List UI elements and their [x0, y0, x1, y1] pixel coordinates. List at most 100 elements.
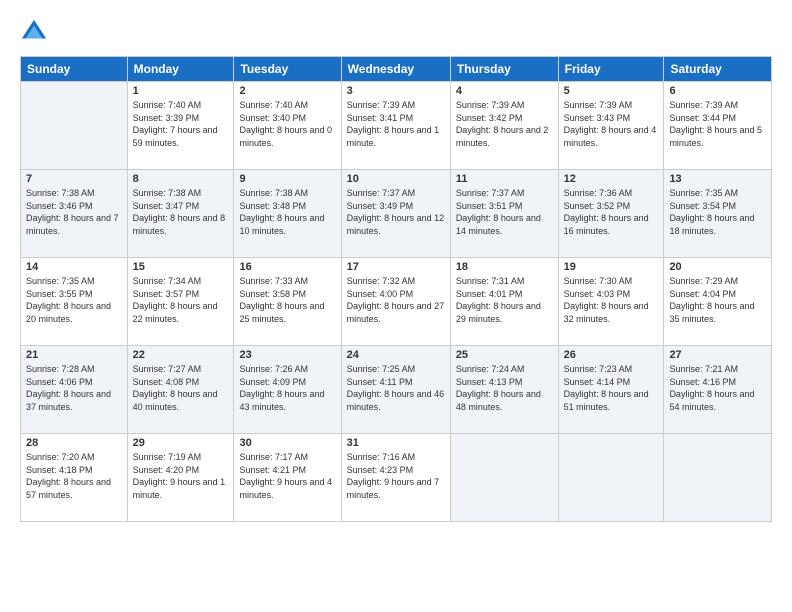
- day-number: 19: [564, 261, 659, 273]
- day-number: 14: [26, 261, 122, 273]
- day-info: Sunrise: 7:32 AMSunset: 4:00 PMDaylight:…: [347, 275, 445, 325]
- calendar-cell: 8 Sunrise: 7:38 AMSunset: 3:47 PMDaylight…: [127, 170, 234, 258]
- day-info: Sunrise: 7:39 AMSunset: 3:41 PMDaylight:…: [347, 99, 445, 149]
- day-info: Sunrise: 7:39 AMSunset: 3:44 PMDaylight:…: [669, 99, 766, 149]
- calendar-cell: 22 Sunrise: 7:27 AMSunset: 4:08 PMDayligh…: [127, 346, 234, 434]
- calendar-cell: 30Sunrise: 7:17 AMSunset: 4:21 PMDayligh…: [234, 434, 341, 522]
- day-number: 1: [133, 85, 229, 97]
- day-number: 2: [239, 85, 335, 97]
- day-number: 11: [456, 173, 553, 185]
- calendar-cell: 10 Sunrise: 7:37 AMSunset: 3:49 PMDayligh…: [341, 170, 450, 258]
- calendar-cell: 25 Sunrise: 7:24 AMSunset: 4:13 PMDayligh…: [450, 346, 558, 434]
- calendar-cell: [21, 82, 128, 170]
- day-number: 20: [669, 261, 766, 273]
- day-info: Sunrise: 7:16 AMSunset: 4:23 PMDaylight:…: [347, 451, 445, 501]
- day-info: Sunrise: 7:29 AMSunset: 4:04 PMDaylight:…: [669, 275, 766, 325]
- week-row-3: 21 Sunrise: 7:28 AMSunset: 4:06 PMDayligh…: [21, 346, 772, 434]
- day-number: 15: [133, 261, 229, 273]
- calendar-cell: 27 Sunrise: 7:21 AMSunset: 4:16 PMDayligh…: [664, 346, 772, 434]
- week-row-4: 28 Sunrise: 7:20 AMSunset: 4:18 PMDayligh…: [21, 434, 772, 522]
- day-info: Sunrise: 7:40 AMSunset: 3:39 PMDaylight:…: [133, 99, 229, 149]
- day-header-wednesday: Wednesday: [341, 57, 450, 82]
- day-number: 26: [564, 349, 659, 361]
- day-info: Sunrise: 7:21 AMSunset: 4:16 PMDaylight:…: [669, 363, 766, 413]
- header-row: SundayMondayTuesdayWednesdayThursdayFrid…: [21, 57, 772, 82]
- calendar-cell: 31 Sunrise: 7:16 AMSunset: 4:23 PMDayligh…: [341, 434, 450, 522]
- calendar-cell: 11Sunrise: 7:37 AMSunset: 3:51 PMDayligh…: [450, 170, 558, 258]
- day-number: 21: [26, 349, 122, 361]
- day-number: 7: [26, 173, 122, 185]
- calendar-cell: 23 Sunrise: 7:26 AMSunset: 4:09 PMDayligh…: [234, 346, 341, 434]
- day-number: 29: [133, 437, 229, 449]
- calendar-cell: 5 Sunrise: 7:39 AMSunset: 3:43 PMDaylight…: [558, 82, 664, 170]
- calendar-cell: 20 Sunrise: 7:29 AMSunset: 4:04 PMDayligh…: [664, 258, 772, 346]
- day-number: 18: [456, 261, 553, 273]
- calendar-cell: 16 Sunrise: 7:33 AMSunset: 3:58 PMDayligh…: [234, 258, 341, 346]
- logo: [20, 18, 50, 46]
- day-number: 9: [239, 173, 335, 185]
- day-number: 4: [456, 85, 553, 97]
- calendar-cell: 4 Sunrise: 7:39 AMSunset: 3:42 PMDaylight…: [450, 82, 558, 170]
- day-info: Sunrise: 7:30 AMSunset: 4:03 PMDaylight:…: [564, 275, 659, 325]
- day-number: 22: [133, 349, 229, 361]
- day-number: 31: [347, 437, 445, 449]
- day-info: Sunrise: 7:23 AMSunset: 4:14 PMDaylight:…: [564, 363, 659, 413]
- calendar-cell: 3Sunrise: 7:39 AMSunset: 3:41 PMDaylight…: [341, 82, 450, 170]
- day-number: 25: [456, 349, 553, 361]
- day-info: Sunrise: 7:37 AMSunset: 3:49 PMDaylight:…: [347, 187, 445, 237]
- day-info: Sunrise: 7:27 AMSunset: 4:08 PMDaylight:…: [133, 363, 229, 413]
- calendar-cell: 12Sunrise: 7:36 AMSunset: 3:52 PMDayligh…: [558, 170, 664, 258]
- calendar-cell: 28 Sunrise: 7:20 AMSunset: 4:18 PMDayligh…: [21, 434, 128, 522]
- day-info: Sunrise: 7:38 AMSunset: 3:46 PMDaylight:…: [26, 187, 122, 237]
- day-header-monday: Monday: [127, 57, 234, 82]
- day-info: Sunrise: 7:28 AMSunset: 4:06 PMDaylight:…: [26, 363, 122, 413]
- calendar-cell: 21 Sunrise: 7:28 AMSunset: 4:06 PMDayligh…: [21, 346, 128, 434]
- calendar-cell: 1 Sunrise: 7:40 AMSunset: 3:39 PMDaylight…: [127, 82, 234, 170]
- calendar-cell: [664, 434, 772, 522]
- day-info: Sunrise: 7:33 AMSunset: 3:58 PMDaylight:…: [239, 275, 335, 325]
- calendar-cell: 18Sunrise: 7:31 AMSunset: 4:01 PMDayligh…: [450, 258, 558, 346]
- day-header-friday: Friday: [558, 57, 664, 82]
- calendar-cell: [558, 434, 664, 522]
- day-number: 23: [239, 349, 335, 361]
- day-number: 8: [133, 173, 229, 185]
- day-info: Sunrise: 7:34 AMSunset: 3:57 PMDaylight:…: [133, 275, 229, 325]
- day-number: 5: [564, 85, 659, 97]
- day-info: Sunrise: 7:19 AMSunset: 4:20 PMDaylight:…: [133, 451, 229, 501]
- day-number: 16: [239, 261, 335, 273]
- day-info: Sunrise: 7:24 AMSunset: 4:13 PMDaylight:…: [456, 363, 553, 413]
- calendar-cell: 13Sunrise: 7:35 AMSunset: 3:54 PMDayligh…: [664, 170, 772, 258]
- calendar-cell: 17Sunrise: 7:32 AMSunset: 4:00 PMDayligh…: [341, 258, 450, 346]
- week-row-1: 7 Sunrise: 7:38 AMSunset: 3:46 PMDaylight…: [21, 170, 772, 258]
- day-info: Sunrise: 7:38 AMSunset: 3:47 PMDaylight:…: [133, 187, 229, 237]
- calendar-cell: 7 Sunrise: 7:38 AMSunset: 3:46 PMDaylight…: [21, 170, 128, 258]
- day-info: Sunrise: 7:39 AMSunset: 3:42 PMDaylight:…: [456, 99, 553, 149]
- day-number: 10: [347, 173, 445, 185]
- day-number: 27: [669, 349, 766, 361]
- day-info: Sunrise: 7:40 AMSunset: 3:40 PMDaylight:…: [239, 99, 335, 149]
- day-info: Sunrise: 7:38 AMSunset: 3:48 PMDaylight:…: [239, 187, 335, 237]
- day-header-saturday: Saturday: [664, 57, 772, 82]
- day-info: Sunrise: 7:39 AMSunset: 3:43 PMDaylight:…: [564, 99, 659, 149]
- calendar-cell: 6Sunrise: 7:39 AMSunset: 3:44 PMDaylight…: [664, 82, 772, 170]
- day-number: 13: [669, 173, 766, 185]
- day-info: Sunrise: 7:26 AMSunset: 4:09 PMDaylight:…: [239, 363, 335, 413]
- day-number: 30: [239, 437, 335, 449]
- calendar-cell: 9 Sunrise: 7:38 AMSunset: 3:48 PMDaylight…: [234, 170, 341, 258]
- day-header-sunday: Sunday: [21, 57, 128, 82]
- calendar-cell: 29 Sunrise: 7:19 AMSunset: 4:20 PMDayligh…: [127, 434, 234, 522]
- calendar-cell: 19 Sunrise: 7:30 AMSunset: 4:03 PMDayligh…: [558, 258, 664, 346]
- day-info: Sunrise: 7:35 AMSunset: 3:55 PMDaylight:…: [26, 275, 122, 325]
- day-info: Sunrise: 7:20 AMSunset: 4:18 PMDaylight:…: [26, 451, 122, 501]
- calendar-cell: 15 Sunrise: 7:34 AMSunset: 3:57 PMDayligh…: [127, 258, 234, 346]
- day-header-tuesday: Tuesday: [234, 57, 341, 82]
- week-row-0: 1 Sunrise: 7:40 AMSunset: 3:39 PMDaylight…: [21, 82, 772, 170]
- calendar-cell: 24Sunrise: 7:25 AMSunset: 4:11 PMDayligh…: [341, 346, 450, 434]
- logo-icon: [20, 18, 48, 46]
- calendar-cell: 2 Sunrise: 7:40 AMSunset: 3:40 PMDaylight…: [234, 82, 341, 170]
- day-number: 28: [26, 437, 122, 449]
- calendar-table: SundayMondayTuesdayWednesdayThursdayFrid…: [20, 56, 772, 522]
- day-number: 12: [564, 173, 659, 185]
- calendar-cell: [450, 434, 558, 522]
- header: [20, 18, 772, 46]
